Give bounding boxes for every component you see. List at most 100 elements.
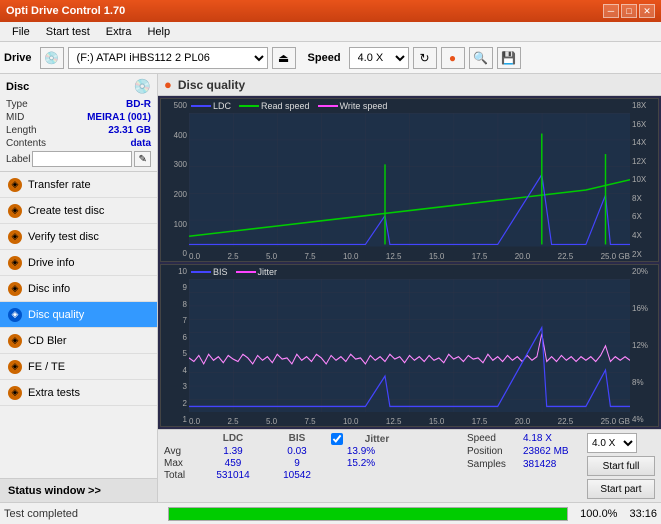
- disc-label-input[interactable]: [32, 151, 132, 167]
- disc-mid-row: MID MEIRA1 (001): [6, 112, 151, 123]
- by-8: 8: [161, 300, 189, 309]
- jitter-legend: Jitter: [236, 267, 278, 277]
- test-speed-select[interactable]: 4.0 X: [587, 433, 637, 453]
- menu-help[interactable]: Help: [139, 24, 178, 40]
- x-12-5: 12.5: [386, 252, 402, 261]
- by-right-16: 16%: [630, 304, 658, 313]
- save-button[interactable]: 💾: [497, 47, 521, 69]
- close-button[interactable]: ✕: [639, 4, 655, 18]
- nav-verify-test-disc[interactable]: ◈ Verify test disc: [0, 224, 157, 250]
- bx-10: 10.0: [343, 417, 359, 426]
- sidebar: Disc 💿 Type BD-R MID MEIRA1 (001) Length…: [0, 74, 158, 502]
- chart-header-icon: ●: [164, 77, 172, 92]
- nav-drive-info[interactable]: ◈ Drive info: [0, 250, 157, 276]
- main-layout: Disc 💿 Type BD-R MID MEIRA1 (001) Length…: [0, 74, 661, 502]
- x-17-5: 17.5: [472, 252, 488, 261]
- status-time: 33:16: [629, 508, 657, 520]
- nav-cd-bler[interactable]: ◈ CD Bler: [0, 328, 157, 354]
- nav-transfer-rate-label: Transfer rate: [28, 179, 91, 191]
- drive-info-icon: ◈: [8, 256, 22, 270]
- y-label-100: 100: [161, 220, 189, 229]
- top-chart-y-left: 500 400 300 200 100 0: [161, 99, 189, 261]
- x-25-gb: 25.0 GB: [601, 252, 630, 261]
- position-key: Position: [467, 446, 517, 457]
- y-right-18x: 18X: [630, 101, 658, 110]
- menu-extra[interactable]: Extra: [98, 24, 140, 40]
- content-area: ● Disc quality LDC Read speed: [158, 74, 661, 502]
- total-ldc: 531014: [203, 470, 263, 481]
- refresh-button[interactable]: ↻: [413, 47, 437, 69]
- stats-table: LDC BIS Jitter Avg 1.39 0.03 13.9% Max: [164, 433, 451, 482]
- start-full-button[interactable]: Start full: [587, 456, 655, 476]
- by-6: 6: [161, 333, 189, 342]
- stats-jitter-header: Jitter: [347, 434, 407, 445]
- drive-select[interactable]: (F:) ATAPI iHBS112 2 PL06: [68, 47, 268, 69]
- menubar: File Start test Extra Help: [0, 22, 661, 42]
- nav-disc-quality-label: Disc quality: [28, 309, 84, 321]
- toolbar: Drive 💿 (F:) ATAPI iHBS112 2 PL06 ⏏ Spee…: [0, 42, 661, 74]
- status-pct: 100.0%: [580, 508, 617, 520]
- nav-disc-info[interactable]: ◈ Disc info: [0, 276, 157, 302]
- menu-file[interactable]: File: [4, 24, 38, 40]
- avg-label: Avg: [164, 446, 199, 457]
- nav-create-test-disc[interactable]: ◈ Create test disc: [0, 198, 157, 224]
- window-controls: ─ □ ✕: [603, 4, 655, 18]
- top-chart: LDC Read speed Write speed: [160, 98, 659, 262]
- disc-header: Disc 💿: [6, 78, 151, 95]
- create-test-disc-icon: ◈: [8, 204, 22, 218]
- samples-row: Samples 381428: [467, 459, 573, 470]
- contents-label: Contents: [6, 138, 46, 149]
- start-part-button[interactable]: Start part: [587, 479, 655, 499]
- nav-verify-test-disc-label: Verify test disc: [28, 231, 99, 243]
- y-label-500: 500: [161, 101, 189, 110]
- bx-12-5: 12.5: [386, 417, 402, 426]
- burn-button[interactable]: ●: [441, 47, 465, 69]
- menu-starttest[interactable]: Start test: [38, 24, 98, 40]
- speed-val: 4.18 X: [523, 433, 573, 444]
- total-label: Total: [164, 470, 199, 481]
- nav-disc-quality[interactable]: ◈ Disc quality: [0, 302, 157, 328]
- write-speed-legend: Write speed: [318, 101, 388, 111]
- x-22-5: 22.5: [558, 252, 574, 261]
- scan-button[interactable]: 🔍: [469, 47, 493, 69]
- y-right-8x: 8X: [630, 194, 658, 203]
- bottom-chart-x-axis: 0.0 2.5 5.0 7.5 10.0 12.5 15.0 17.5 20.0…: [189, 414, 630, 426]
- minimize-button[interactable]: ─: [603, 4, 619, 18]
- eject-button[interactable]: ⏏: [272, 47, 296, 69]
- status-text: Test completed: [4, 508, 160, 520]
- cd-bler-icon: ◈: [8, 334, 22, 348]
- read-speed-legend-label: Read speed: [261, 101, 310, 111]
- max-jitter: 15.2%: [331, 458, 391, 469]
- disc-section-title: Disc: [6, 81, 29, 93]
- by-4: 4: [161, 366, 189, 375]
- nav-extra-tests[interactable]: ◈ Extra tests: [0, 380, 157, 406]
- speed-key: Speed: [467, 433, 517, 444]
- status-window-toggle[interactable]: Status window >>: [0, 478, 157, 502]
- speed-select[interactable]: 4.0 X: [349, 47, 409, 69]
- top-chart-svg: [189, 113, 630, 247]
- y-right-6x: 6X: [630, 212, 658, 221]
- y-right-12x: 12X: [630, 157, 658, 166]
- bottom-chart-y-left: 10 9 8 7 6 5 4 3 2 1: [161, 265, 189, 427]
- fe-te-icon: ◈: [8, 360, 22, 374]
- bottom-chart-svg: [189, 279, 630, 413]
- nav-transfer-rate[interactable]: ◈ Transfer rate: [0, 172, 157, 198]
- by-1: 1: [161, 415, 189, 424]
- position-row: Position 23862 MB: [467, 446, 573, 457]
- disc-info-icon: ◈: [8, 282, 22, 296]
- label-edit-button[interactable]: ✎: [134, 151, 151, 167]
- jitter-checkbox[interactable]: [331, 433, 343, 445]
- by-2: 2: [161, 399, 189, 408]
- ldc-legend-color: [191, 105, 211, 107]
- write-speed-legend-label: Write speed: [340, 101, 388, 111]
- progress-bar: [168, 507, 568, 521]
- by-right-12: 12%: [630, 341, 658, 350]
- maximize-button[interactable]: □: [621, 4, 637, 18]
- ldc-legend-label: LDC: [213, 101, 231, 111]
- nav-fe-te[interactable]: ◈ FE / TE: [0, 354, 157, 380]
- drive-icon-btn[interactable]: 💿: [40, 47, 64, 69]
- y-right-2x: 2X: [630, 250, 658, 259]
- by-10: 10: [161, 267, 189, 276]
- x-20: 20.0: [515, 252, 531, 261]
- nav-menu: ◈ Transfer rate ◈ Create test disc ◈ Ver…: [0, 172, 157, 478]
